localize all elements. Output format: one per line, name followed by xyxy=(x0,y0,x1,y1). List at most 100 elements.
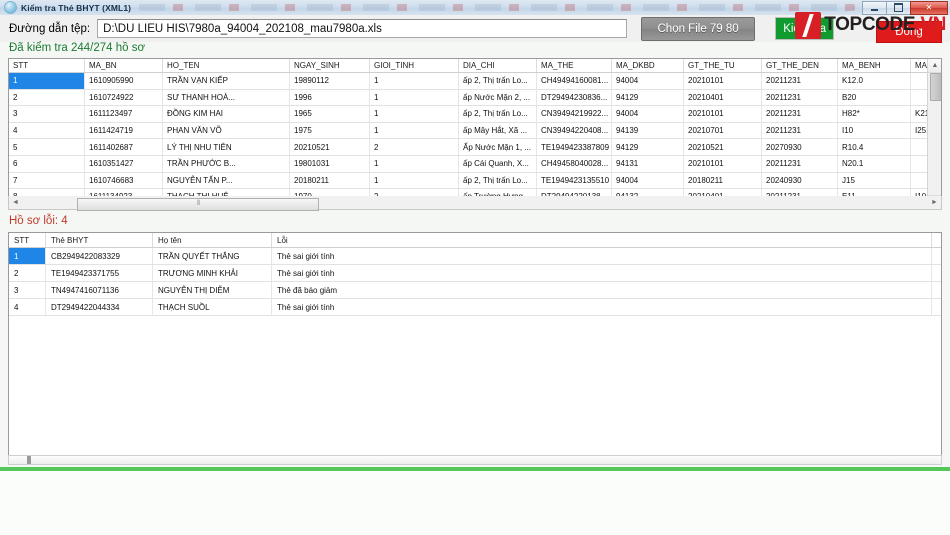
column-header[interactable]: DIA_CHI xyxy=(459,59,537,72)
table-cell[interactable]: TRẦN PHƯỚC B... xyxy=(163,155,290,172)
records-vertical-scrollbar[interactable]: ▲ ▼ xyxy=(927,59,941,209)
table-row[interactable]: 3 1611123497 ĐỒNG KIM HAI 1965 1 ấp 2, Thị tr… xyxy=(9,106,941,123)
table-cell[interactable]: 94131 xyxy=(612,155,684,172)
table-cell[interactable]: DT2949422044334 xyxy=(46,299,153,315)
table-cell[interactable]: 1611424719 xyxy=(85,122,163,139)
file-path-input[interactable]: D:\DU LIEU HIS\7980a_94004_202108_mau798… xyxy=(97,19,628,38)
table-cell[interactable]: 20180211 xyxy=(684,172,762,189)
column-header[interactable]: MA_BN xyxy=(85,59,163,72)
table-cell[interactable]: 1611402687 xyxy=(85,139,163,155)
horizontal-scroll-thumb[interactable]: ⦀ xyxy=(77,197,319,211)
table-cell[interactable]: 3 xyxy=(9,106,85,122)
table-cell[interactable]: K12.0 xyxy=(838,73,911,89)
table-cell[interactable]: TE1949423387809 xyxy=(537,139,612,155)
table-cell[interactable]: NGUYỄN TẤN P... xyxy=(163,172,290,189)
table-cell[interactable]: 2 xyxy=(370,139,459,155)
table-cell[interactable]: J15 xyxy=(838,172,911,189)
table-cell[interactable]: 20210101 xyxy=(684,155,762,172)
table-cell[interactable]: SƯ THANH HOÀ... xyxy=(163,89,290,106)
table-cell[interactable]: 1 xyxy=(370,122,459,139)
table-cell[interactable]: 1 xyxy=(370,89,459,106)
table-cell[interactable]: NGUYỄN THỊ DIỄM xyxy=(153,282,272,298)
table-cell[interactable]: 1 xyxy=(9,73,85,89)
table-cell[interactable]: 20240930 xyxy=(762,172,838,189)
table-cell[interactable]: TE1949423135510 xyxy=(537,172,612,189)
table-cell[interactable]: 1 xyxy=(370,106,459,122)
column-header[interactable]: MA_DKBD xyxy=(612,59,684,72)
table-row[interactable]: 2 1610724922 SƯ THANH HOÀ... 1996 1 ấp Nước M… xyxy=(9,89,941,107)
errors-table[interactable]: STT Thẻ BHYT Họ tên Lỗi 1 CB2949422083329 TRẦ… xyxy=(8,232,942,461)
records-horizontal-scrollbar[interactable]: ◄ ⦀ ► xyxy=(8,196,942,211)
table-cell[interactable]: 1 xyxy=(370,155,459,172)
table-row[interactable]: 3 TN4947416071136 NGUYỄN THỊ DIỄM Thẻ đã bá… xyxy=(9,282,941,299)
table-cell[interactable]: 2 xyxy=(9,89,85,106)
column-header[interactable]: GT_THE_TU xyxy=(684,59,762,72)
table-row[interactable]: 4 DT2949422044334 THẠCH SUỒL Thẻ sai giới t… xyxy=(9,299,941,316)
table-cell[interactable]: ấp Cái Quanh, X... xyxy=(459,155,537,172)
table-cell[interactable]: I10 xyxy=(838,122,911,139)
bottom-scroll-strip[interactable] xyxy=(8,455,942,465)
table-cell[interactable]: TE1949423371755 xyxy=(46,265,153,281)
column-header[interactable]: Lỗi xyxy=(272,233,932,247)
table-cell[interactable]: ấp 2, Thị trấn Lo... xyxy=(459,73,537,89)
column-header[interactable]: MA_THE xyxy=(537,59,612,72)
table-cell[interactable]: CH49458040028... xyxy=(537,155,612,172)
bottom-scroll-thumb[interactable] xyxy=(27,456,31,464)
table-cell[interactable]: Ấp Nước Mặn 1, ... xyxy=(459,139,537,155)
table-cell[interactable]: 4 xyxy=(9,299,46,315)
column-header[interactable]: HO_TEN xyxy=(163,59,290,72)
table-cell[interactable]: ấp Mây Hắt, Xã ... xyxy=(459,122,537,139)
table-cell[interactable]: 20180211 xyxy=(290,172,370,189)
table-cell[interactable]: 6 xyxy=(9,155,85,172)
column-header[interactable]: NGAY_SINH xyxy=(290,59,370,72)
table-cell[interactable]: 5 xyxy=(9,139,85,155)
table-cell[interactable]: 94004 xyxy=(612,73,684,89)
column-header[interactable]: GT_THE_DEN xyxy=(762,59,838,72)
table-cell[interactable]: CN39494219922... xyxy=(537,106,612,122)
table-cell[interactable]: 20211231 xyxy=(762,155,838,172)
table-cell[interactable]: 20211231 xyxy=(762,89,838,106)
table-cell[interactable]: B20 xyxy=(838,89,911,106)
column-header[interactable]: Thẻ BHYT xyxy=(46,233,153,247)
table-cell[interactable]: TRẦN QUYẾT THẮNG xyxy=(153,248,272,264)
table-cell[interactable]: 20210101 xyxy=(684,106,762,122)
table-cell[interactable]: N20.1 xyxy=(838,155,911,172)
table-cell[interactable]: CN39494220408... xyxy=(537,122,612,139)
table-cell[interactable]: TN4947416071136 xyxy=(46,282,153,298)
table-cell[interactable]: 1 xyxy=(9,248,46,264)
table-cell[interactable]: H82* xyxy=(838,106,911,122)
table-cell[interactable]: 20210521 xyxy=(290,139,370,155)
table-cell[interactable]: LÝ THỊ NHU TIÊN xyxy=(163,139,290,155)
table-cell[interactable]: 20210101 xyxy=(684,73,762,89)
table-cell[interactable]: 1 xyxy=(370,172,459,189)
table-cell[interactable]: 1975 xyxy=(290,122,370,139)
table-cell[interactable]: 20210401 xyxy=(684,89,762,106)
table-cell[interactable]: 3 xyxy=(9,282,46,298)
table-cell[interactable]: 1965 xyxy=(290,106,370,122)
table-row[interactable]: 6 1610351427 TRẦN PHƯỚC B... 19801031 1 ấp Cá… xyxy=(9,155,941,173)
table-cell[interactable]: 94129 xyxy=(612,139,684,155)
table-cell[interactable]: 20270930 xyxy=(762,139,838,155)
table-cell[interactable]: 1610905990 xyxy=(85,73,163,89)
column-header[interactable]: STT xyxy=(9,233,46,247)
table-cell[interactable]: 1610746683 xyxy=(85,172,163,189)
table-cell[interactable]: CB2949422083329 xyxy=(46,248,153,264)
table-row[interactable]: 7 1610746683 NGUYỄN TẤN P... 20180211 1 ấp 2,… xyxy=(9,172,941,190)
column-header[interactable]: STT xyxy=(9,59,85,72)
table-cell[interactable]: THẠCH SUỒL xyxy=(153,299,272,315)
table-cell[interactable]: DT29494230836... xyxy=(537,89,612,106)
choose-file-button[interactable]: Chọn File 79 80 xyxy=(641,16,756,41)
vertical-scroll-thumb[interactable] xyxy=(930,73,941,101)
table-cell[interactable]: 1996 xyxy=(290,89,370,106)
table-cell[interactable]: 94004 xyxy=(612,106,684,122)
scroll-right-arrow-icon[interactable]: ► xyxy=(928,197,941,209)
column-header[interactable]: Họ tên xyxy=(153,233,272,247)
table-row[interactable]: 1 CB2949422083329 TRẦN QUYẾT THẮNG Thẻ sai … xyxy=(9,248,941,265)
table-cell[interactable]: ấp 2, Thị trấn Lo... xyxy=(459,106,537,122)
table-cell[interactable]: 1 xyxy=(370,73,459,89)
table-cell[interactable]: 7 xyxy=(9,172,85,189)
records-table-body[interactable]: 1 1610905990 TRẦN VẠN KIẾP 19890112 1 ấp 2, T… xyxy=(9,73,941,206)
table-cell[interactable]: 94004 xyxy=(612,172,684,189)
horizontal-scroll-track[interactable]: ⦀ xyxy=(22,197,928,211)
errors-table-body[interactable]: 1 CB2949422083329 TRẦN QUYẾT THẮNG Thẻ sai … xyxy=(9,248,941,316)
